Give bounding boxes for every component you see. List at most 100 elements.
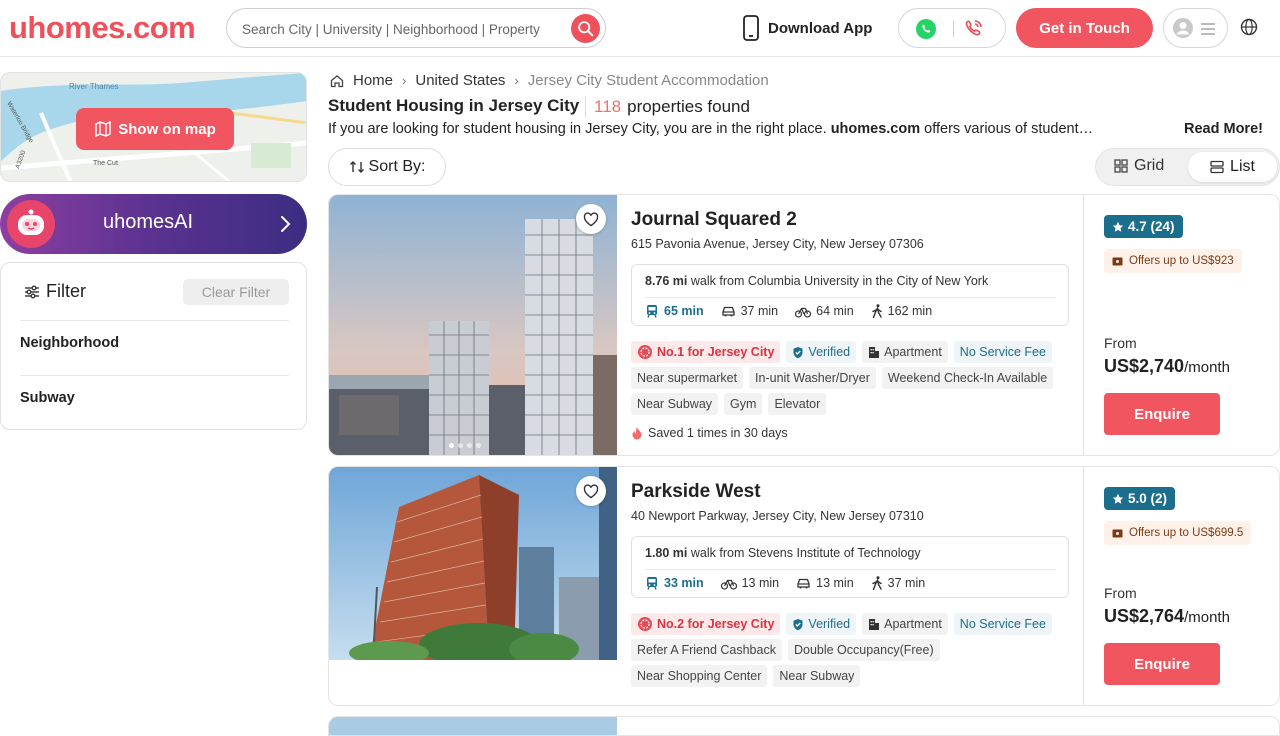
search-icon (578, 21, 594, 37)
intro-text-start: If you are looking for student housing i… (328, 121, 827, 137)
walk-icon (871, 576, 882, 590)
results-count-label: properties found (627, 97, 750, 116)
breadcrumb-country[interactable]: United States (415, 72, 505, 89)
filter-subway[interactable]: Subway (20, 390, 75, 406)
feature-tag: Near Subway (631, 393, 719, 415)
enquire-button[interactable]: Enquire (1104, 393, 1220, 435)
distance-info: 1.80 mi walk from Stevens Institute of T… (645, 546, 921, 560)
commute-car: 37 min (721, 304, 778, 318)
offer-badge: Offers up to US$699.5 (1104, 521, 1252, 545)
listing-card[interactable]: Parkside West 40 Newport Parkway, Jersey… (328, 466, 1280, 706)
commute-bike: 64 min (795, 304, 854, 318)
home-icon (330, 74, 344, 87)
list-view-button[interactable]: List (1188, 152, 1277, 182)
clear-filter-button[interactable]: Clear Filter (183, 279, 289, 305)
commute-times: 65 min 37 min 64 min 162 min (645, 304, 932, 318)
filter-neighborhood[interactable]: Neighborhood (20, 335, 119, 351)
rank-medal-icon (638, 617, 652, 631)
price-panel: 4.7 (24) Offers up to US$923 From US$2,7… (1083, 195, 1279, 455)
chevron-right-icon: › (402, 73, 407, 88)
intro-text: If you are looking for student housing i… (328, 121, 1148, 137)
bike-icon (720, 579, 737, 590)
map-icon (95, 120, 111, 138)
menu-icon (1201, 23, 1215, 35)
property-photo[interactable] (329, 467, 617, 667)
distance-info: 8.76 mi walk from Columbia University in… (645, 274, 988, 288)
bus-icon (647, 305, 657, 318)
rating-badge: 4.7 (24) (1104, 215, 1183, 238)
commute-walk: 162 min (871, 304, 932, 318)
search-button[interactable] (571, 14, 600, 43)
price-from-label: From (1104, 335, 1137, 351)
site-logo[interactable]: uhomes.com (9, 10, 196, 46)
ai-robot-icon (7, 200, 55, 248)
whatsapp-icon (916, 19, 936, 39)
whatsapp-button[interactable] (915, 18, 937, 45)
save-favorite-button[interactable] (576, 476, 606, 506)
call-button[interactable] (962, 18, 984, 45)
filter-panel: Filter Clear Filter Neighborhood Subway (0, 262, 307, 430)
sort-by-button[interactable]: Sort By: (328, 148, 446, 186)
shield-check-icon (793, 346, 803, 358)
show-on-map-button[interactable]: Show on map (76, 108, 234, 150)
map-preview[interactable]: River Thames Waterloo Bridge The Cut A32… (0, 72, 307, 182)
language-globe-icon[interactable] (1240, 18, 1258, 41)
feature-tag: Elevator (768, 393, 827, 415)
divider (645, 569, 1056, 570)
photo-carousel-dots[interactable] (449, 443, 481, 448)
property-type-badge: Apartment (862, 613, 948, 635)
top-header: uhomes.com Download App Get in Touch (0, 0, 1280, 57)
phone-call-icon (965, 20, 982, 36)
feature-tag: Near supermarket (631, 367, 744, 389)
property-photo[interactable] (329, 195, 617, 455)
get-in-touch-button[interactable]: Get in Touch (1016, 8, 1153, 48)
building-icon (869, 618, 880, 630)
price-value: US$2,764/month (1104, 606, 1230, 626)
feature-tag: In-unit Washer/Dryer (749, 367, 876, 389)
user-menu-button[interactable] (1163, 8, 1228, 48)
read-more-link[interactable]: Read More! (1184, 121, 1263, 137)
download-app-link[interactable]: Download App (742, 14, 872, 42)
phone-icon (743, 15, 759, 41)
save-favorite-button[interactable] (576, 204, 606, 234)
chevron-right-icon (281, 216, 291, 232)
grid-icon (1114, 159, 1128, 173)
commute-transit: 65 min (645, 304, 704, 318)
grid-view-button[interactable]: Grid (1114, 157, 1164, 175)
price-value: US$2,740/month (1104, 356, 1230, 376)
search-input[interactable] (242, 18, 562, 40)
feature-tag: No Service Fee (953, 613, 1052, 635)
listing-card-partial[interactable] (328, 716, 1280, 736)
enquire-button[interactable]: Enquire (1104, 643, 1220, 685)
bus-icon (647, 577, 657, 590)
list-icon (1210, 160, 1224, 174)
car-icon (721, 306, 735, 317)
breadcrumb-home[interactable]: Home (353, 72, 393, 89)
feature-tag: Weekend Check-In Available (881, 367, 1054, 389)
property-name[interactable]: Journal Squared 2 (631, 209, 797, 231)
divider (20, 375, 289, 376)
star-icon (1112, 493, 1124, 504)
building-photo (329, 467, 617, 667)
distance-text: walk from Columbia University in the Cit… (690, 274, 989, 288)
filter-heading: Filter (24, 281, 86, 302)
uhomes-ai-banner[interactable]: uhomesAI (0, 194, 307, 254)
listing-card[interactable]: Journal Squared 2 615 Pavonia Avenue, Je… (328, 194, 1280, 456)
verified-badge: Verified (786, 341, 857, 363)
page-title: Student Housing in Jersey City (328, 96, 580, 115)
download-app-label: Download App (768, 19, 873, 37)
ticket-icon (1112, 257, 1123, 265)
commute-transit: 33 min (645, 576, 704, 590)
feature-tag: Refer A Friend Cashback (631, 639, 782, 661)
search-bar[interactable] (226, 8, 606, 48)
divider (20, 320, 289, 321)
commute-bike: 13 min (720, 576, 779, 590)
breadcrumb-current: Jersey City Student Accommodation (527, 72, 769, 89)
intro-text-end: offers various of student… (924, 121, 1094, 137)
distance-text: walk from Stevens Institute of Technolog… (690, 546, 921, 560)
contact-buttons (898, 8, 1006, 48)
property-name[interactable]: Parkside West (631, 481, 761, 503)
feature-tag: Near Shopping Center (631, 665, 768, 687)
commute-box: 1.80 mi walk from Stevens Institute of T… (631, 536, 1069, 598)
rank-medal-icon (638, 345, 652, 359)
